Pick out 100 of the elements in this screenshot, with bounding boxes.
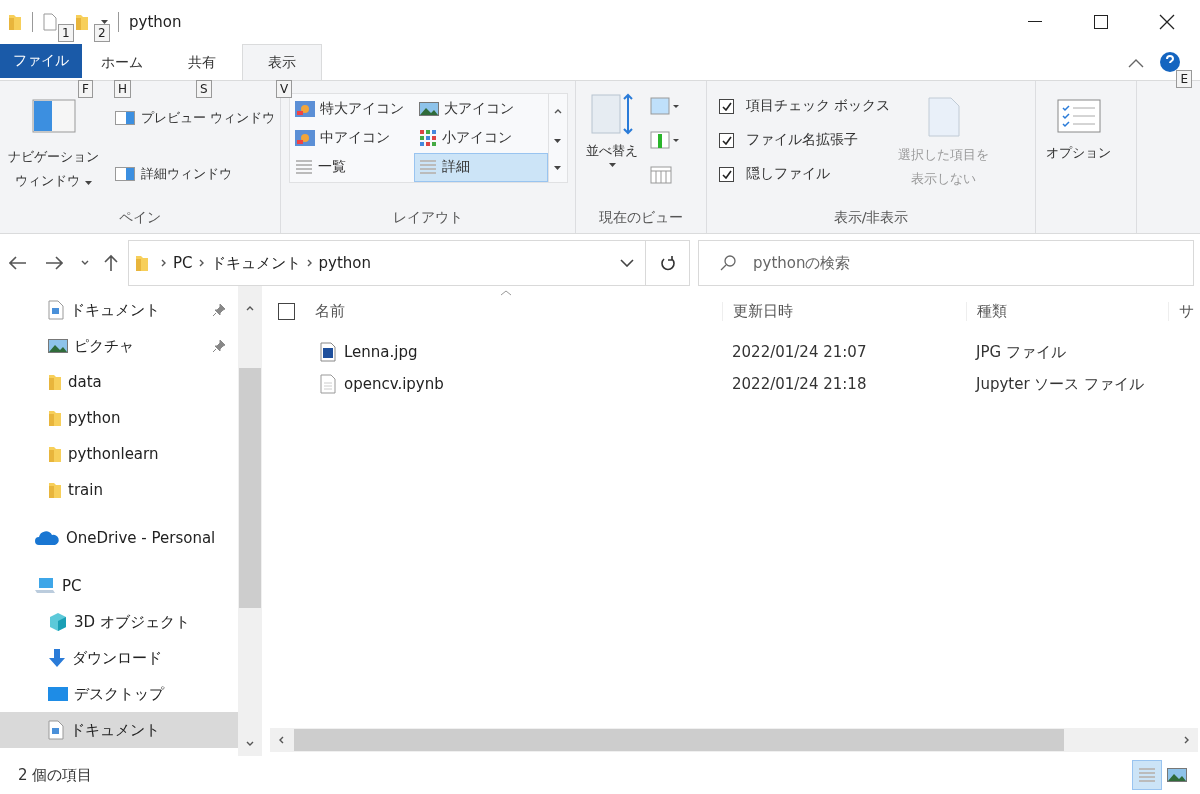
breadcrumb-item[interactable]: python <box>314 254 375 272</box>
checkbox-box[interactable] <box>719 132 734 148</box>
checkbox[interactable]: ファイル名拡張子 <box>719 123 891 157</box>
folder-icon <box>135 254 149 272</box>
sidebar-item[interactable]: ドキュメント <box>0 712 238 748</box>
collapse-ribbon-icon[interactable] <box>1128 59 1144 68</box>
column-header[interactable]: 名前 <box>315 301 345 321</box>
select-all-checkbox[interactable] <box>278 302 295 320</box>
group-label: 表示/非表示 <box>832 209 910 227</box>
key-tip: S <box>196 80 212 98</box>
file-name[interactable]: Lenna.jpg <box>270 342 722 362</box>
breadcrumb-item[interactable]: ドキュメント <box>206 253 305 273</box>
column-header[interactable]: サ <box>1168 301 1200 321</box>
checkbox-box[interactable] <box>719 98 734 114</box>
group-label: ペイン <box>118 209 162 227</box>
file-type: Jupyter ソース ファイル <box>974 374 1146 394</box>
pane-button[interactable]: 詳細ウィンドウ <box>111 159 280 189</box>
checkbox-box[interactable] <box>719 166 734 182</box>
folder-icon <box>8 13 22 31</box>
document-icon <box>48 300 64 320</box>
item-count: 2 個の項目 <box>18 765 93 785</box>
computer-icon <box>34 577 56 595</box>
pane-button[interactable]: プレビュー ウィンドウ <box>111 103 280 133</box>
list-icon <box>418 159 437 176</box>
check-icon <box>721 101 732 111</box>
layout-option[interactable]: 小アイコン <box>413 123 548 153</box>
sort-button[interactable]: 並べ替え <box>582 91 642 209</box>
refresh-button[interactable] <box>646 240 690 286</box>
sidebar-item[interactable]: PC <box>0 568 238 604</box>
layout-option[interactable]: 中アイコン <box>289 123 414 153</box>
picture-icon <box>48 339 68 353</box>
column-header[interactable]: 種類 <box>966 301 1168 321</box>
cube-icon <box>48 612 68 632</box>
sidebar-item[interactable]: data <box>0 364 238 400</box>
group-by-icon[interactable] <box>650 97 680 117</box>
group-label: 現在のビュー <box>598 209 684 227</box>
folder-icon <box>48 481 62 499</box>
key-tip: V <box>276 80 293 98</box>
sidebar-item[interactable]: ダウンロード <box>0 640 238 676</box>
sidebar-item[interactable]: ドキュメント <box>0 292 238 328</box>
up-arrow-icon <box>104 254 118 272</box>
checkbox[interactable]: 隠しファイル <box>719 157 891 191</box>
caret-icon <box>554 166 561 171</box>
maximize-icon <box>1094 15 1108 29</box>
file-tab[interactable]: ファイル <box>0 44 82 78</box>
key-tip: 1 <box>58 24 74 42</box>
modified-date: 2022/01/24 21:18 <box>731 375 868 393</box>
search-field[interactable]: pythonの検索 <box>698 240 1194 286</box>
sidebar-item[interactable]: 3D オブジェクト <box>0 604 238 640</box>
pane-icon <box>115 167 135 181</box>
column-header[interactable]: 更新日時 <box>722 301 966 321</box>
refresh-icon <box>659 255 676 271</box>
chevron-down-icon <box>620 259 634 267</box>
layout-option[interactable]: 大アイコン <box>413 94 548 123</box>
search-icon <box>720 255 736 271</box>
file-name[interactable]: opencv.ipynb <box>270 374 722 394</box>
horizontal-scrollbar[interactable] <box>270 728 1198 752</box>
left-arrow-icon <box>9 256 27 270</box>
layout-option[interactable]: 詳細 <box>413 152 548 182</box>
document-icon <box>48 720 64 740</box>
key-tip: F <box>78 80 93 98</box>
sidebar-item[interactable]: デスクトップ <box>0 676 238 712</box>
options-button[interactable]: オプション <box>1042 91 1115 233</box>
key-tip: H <box>114 80 132 98</box>
sidebar-item[interactable]: python <box>0 400 238 436</box>
caret-icon <box>84 181 92 185</box>
document-icon <box>927 97 960 137</box>
grid-icon <box>418 128 437 147</box>
vertical-scrollbar[interactable] <box>238 286 262 756</box>
checklist-icon <box>1056 99 1101 133</box>
layout-option[interactable]: 一覧 <box>289 152 414 182</box>
sidebar-item[interactable]: train <box>0 472 238 508</box>
key-tip: E <box>1176 70 1192 88</box>
checkbox[interactable]: 項目チェック ボックス <box>719 89 891 123</box>
table-icon[interactable] <box>650 165 672 185</box>
pane-icon <box>31 99 76 133</box>
help-icon[interactable] <box>1160 52 1180 72</box>
key-tip: 2 <box>94 24 110 42</box>
breadcrumb-item[interactable]: PC <box>169 254 197 272</box>
caret-icon <box>554 139 561 143</box>
folder-icon <box>48 409 62 427</box>
picture-icon <box>1167 768 1187 782</box>
list-icon <box>1138 767 1156 783</box>
picture-icon <box>294 100 315 117</box>
sidebar-item[interactable]: OneDrive - Personal <box>0 520 238 556</box>
document-icon <box>320 374 336 394</box>
ribbon-tab[interactable]: 表示 <box>242 44 322 80</box>
cloud-icon <box>34 530 60 546</box>
address-bar[interactable]: PC ドキュメント python <box>128 240 646 286</box>
sidebar-item[interactable]: pythonlearn <box>0 436 238 472</box>
sort-icon <box>590 93 634 135</box>
file-type: JPG ファイル <box>974 342 1067 362</box>
list-icon <box>294 159 313 176</box>
sort-indicator-icon <box>500 290 512 296</box>
picture-icon <box>418 101 439 116</box>
folder-icon <box>48 373 62 391</box>
columns-icon[interactable] <box>650 131 680 151</box>
down-arrow-icon <box>48 648 66 668</box>
close-icon <box>1159 14 1175 30</box>
sidebar-item[interactable]: ピクチャ <box>0 328 238 364</box>
